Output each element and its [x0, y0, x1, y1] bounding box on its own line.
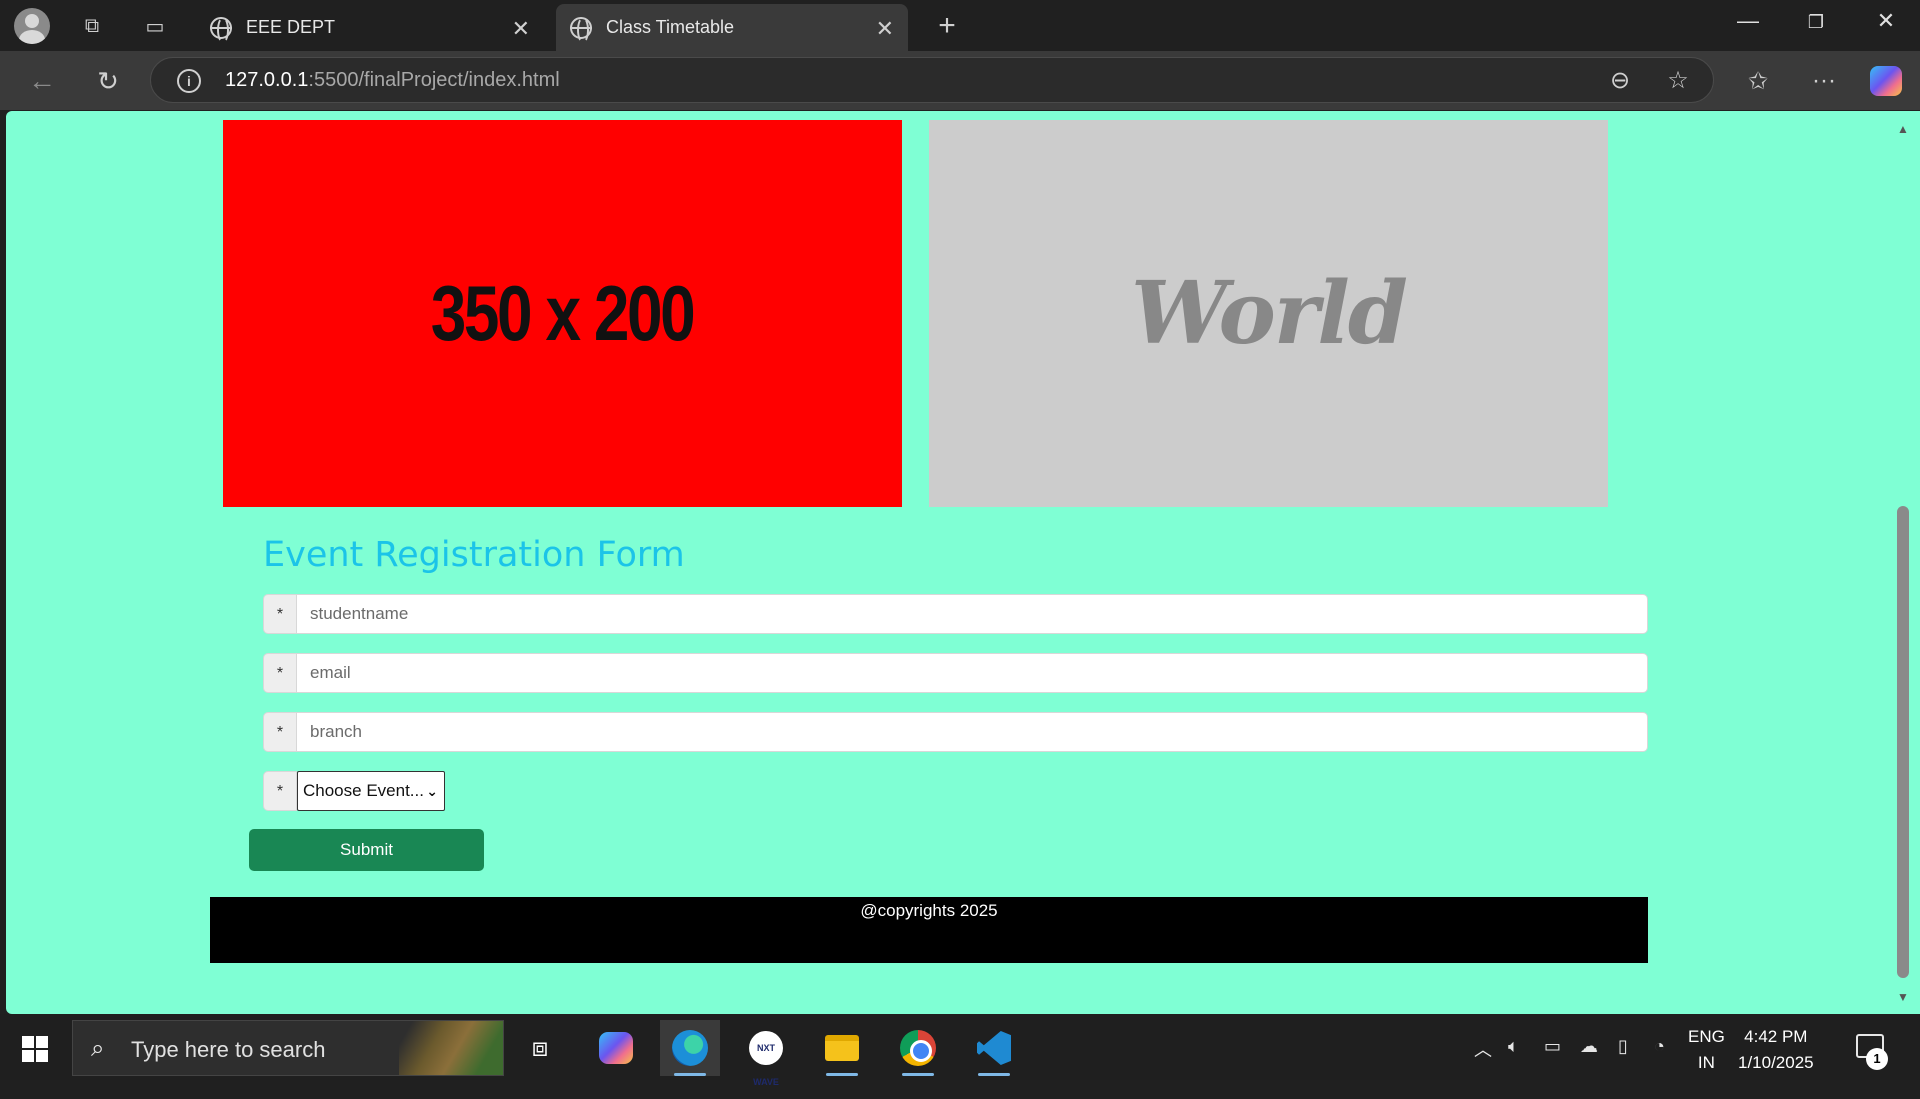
footer: @copyrights 2025 [210, 897, 1648, 963]
required-marker: * [263, 712, 297, 752]
edge-app-icon[interactable] [660, 1020, 720, 1076]
task-view-icon[interactable]: ⧈ [510, 1020, 570, 1076]
studentname-field: * studentname [263, 594, 1648, 634]
workspaces-icon[interactable]: ⧉ [79, 13, 105, 39]
zoom-out-icon[interactable]: ⊖ [1605, 66, 1635, 96]
copilot-icon[interactable] [1870, 66, 1902, 96]
favorites-icon[interactable]: ✩ [1742, 65, 1774, 97]
site-info-icon[interactable]: i [177, 69, 201, 93]
favorite-star-icon[interactable]: ☆ [1663, 66, 1693, 96]
address-bar: ← ↻ i 127.0.0.1:5500/finalProject/index.… [0, 51, 1920, 110]
clock-time: 4:42 PM [1744, 1027, 1808, 1046]
taskbar-search-placeholder: Type here to search [131, 1037, 326, 1062]
event-select-value: Choose Event... [303, 781, 424, 800]
close-tab-icon[interactable]: ✕ [876, 16, 894, 42]
taskbar-search[interactable]: ⌕ Type here to search [72, 1020, 504, 1076]
placeholder-image-text: World [1130, 263, 1408, 364]
file-explorer-icon[interactable] [812, 1020, 872, 1076]
minimize-icon[interactable]: — [1728, 8, 1768, 34]
studentname-input[interactable]: studentname [297, 594, 1648, 634]
close-window-icon[interactable]: ✕ [1866, 8, 1906, 34]
globe-icon [570, 16, 592, 43]
event-select[interactable]: Choose Event... ⌄ [297, 771, 445, 811]
event-field: * Choose Event... ⌄ [263, 771, 445, 811]
url-text: 127.0.0.1:5500/finalProject/index.html [225, 69, 560, 91]
vertical-tabs-icon[interactable]: ▭ [142, 13, 168, 39]
profile-avatar-icon[interactable] [14, 8, 50, 44]
clock[interactable]: 4:42 PM 1/10/2025 [1738, 1024, 1814, 1076]
placeholder-image-world: World [929, 120, 1608, 507]
close-tab-icon[interactable]: ✕ [512, 16, 530, 42]
refresh-icon[interactable]: ↻ [92, 65, 124, 97]
volume-icon[interactable]: 🔈︎ [1508, 1036, 1519, 1057]
required-marker: * [263, 594, 297, 634]
tab-class-timetable[interactable]: Class Timetable ✕ [556, 4, 908, 51]
search-icon: ⌕ [91, 1035, 105, 1062]
more-menu-icon[interactable]: ··· [1808, 65, 1840, 97]
tab-title: Class Timetable [606, 17, 735, 37]
meet-now-icon[interactable]: ▯ [1618, 1036, 1628, 1057]
submit-button[interactable]: Submit [249, 829, 484, 871]
onedrive-cloud-icon[interactable]: ☁︎ [1580, 1036, 1598, 1057]
url-field[interactable]: i 127.0.0.1:5500/finalProject/index.html… [150, 57, 1714, 103]
clock-date: 1/10/2025 [1738, 1053, 1814, 1072]
email-field: * email [263, 653, 1648, 693]
tab-bar: ⧉ ▭ EEE DEPT ✕ Class Timetable ✕ + — ❐ ✕ [0, 0, 1920, 51]
chevron-down-icon: ⌄ [426, 783, 438, 799]
language-indicator[interactable]: ENG IN [1688, 1024, 1725, 1076]
tab-eee-dept[interactable]: EEE DEPT ✕ [196, 4, 544, 51]
wifi-icon[interactable]: ◔ [1654, 1036, 1665, 1057]
vscode-app-icon[interactable] [964, 1020, 1024, 1076]
back-icon[interactable]: ← [26, 65, 58, 97]
placeholder-image-text: 350 x 200 [431, 269, 696, 357]
notification-badge: 1 [1866, 1048, 1888, 1070]
scrollbar-thumb[interactable] [1897, 506, 1909, 978]
show-hidden-icons-icon[interactable]: ︿ [1474, 1036, 1492, 1062]
restore-icon[interactable]: ❐ [1796, 12, 1836, 33]
required-marker: * [263, 771, 297, 811]
taskbar: ⌕ Type here to search ⧈ NXT WAVE ︿ 🔈︎ ▭ … [0, 1014, 1920, 1087]
tab-title: EEE DEPT [246, 17, 336, 37]
required-marker: * [263, 653, 297, 693]
scroll-down-icon[interactable]: ▼ [1894, 990, 1912, 1004]
nxtwave-app-icon[interactable]: NXT WAVE [736, 1020, 796, 1087]
branch-field: * branch [263, 712, 1648, 752]
globe-icon [210, 16, 232, 43]
placeholder-image-350x200: 350 x 200 [223, 120, 902, 507]
copilot-app-icon[interactable] [586, 1020, 646, 1076]
branch-input[interactable]: branch [297, 712, 1648, 752]
page-viewport: 350 x 200 World Event Registration Form … [6, 111, 1892, 1014]
windows-start-icon[interactable] [22, 1036, 48, 1062]
search-highlight-image [399, 1021, 503, 1075]
battery-icon[interactable]: ▭ [1544, 1036, 1561, 1057]
new-tab-icon[interactable]: + [934, 9, 960, 42]
scroll-up-icon[interactable]: ▲ [1894, 122, 1912, 136]
chrome-app-icon[interactable] [888, 1020, 948, 1076]
form-title: Event Registration Form [263, 535, 685, 575]
email-input[interactable]: email [297, 653, 1648, 693]
footer-copyright: @copyrights 2025 [860, 901, 998, 920]
